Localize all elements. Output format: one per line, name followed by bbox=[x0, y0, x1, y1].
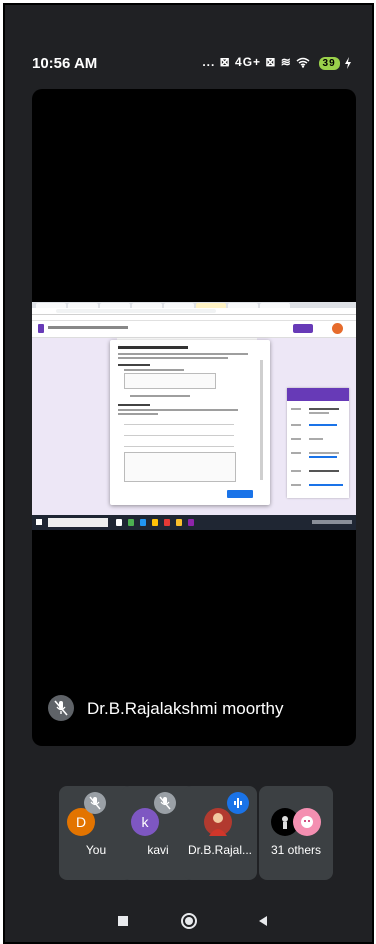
home-button[interactable] bbox=[177, 909, 201, 933]
back-button[interactable] bbox=[251, 909, 275, 933]
back-triangle-icon bbox=[259, 916, 267, 926]
participant-label: Dr.B.Rajal... bbox=[187, 843, 253, 857]
mic-off-icon bbox=[84, 792, 106, 814]
status-icons-text: ... ⊠ 4G+ ⊠ ≋ bbox=[202, 55, 292, 69]
participant-tile-others[interactable]: 31 others bbox=[259, 786, 333, 880]
status-time: 10:56 AM bbox=[32, 55, 98, 72]
mic-off-icon bbox=[48, 695, 74, 721]
forms-side-panel bbox=[287, 388, 349, 498]
android-nav-bar bbox=[5, 901, 372, 941]
forms-account-avatar bbox=[332, 323, 343, 334]
home-circle-icon bbox=[181, 913, 197, 929]
charging-icon bbox=[345, 56, 351, 69]
wifi-icon bbox=[296, 58, 310, 69]
taskbar-search-box bbox=[48, 518, 108, 527]
status-icons: ... ⊠ 4G+ ⊠ ≋ 39 bbox=[202, 55, 352, 70]
participant-label: 31 others bbox=[270, 843, 322, 857]
dialog-save-button bbox=[227, 490, 253, 498]
avatar bbox=[204, 808, 232, 836]
quiz-options-dialog bbox=[110, 340, 270, 505]
mic-off-icon bbox=[154, 792, 176, 814]
browser-address-bar bbox=[32, 308, 356, 315]
square-icon bbox=[118, 916, 128, 926]
shared-screen-presentation[interactable] bbox=[32, 302, 356, 530]
windows-taskbar bbox=[32, 515, 356, 530]
participant-tile-presenter[interactable]: Dr.B.Rajal... bbox=[183, 786, 257, 880]
battery-icon: 39 bbox=[318, 57, 340, 70]
avatar: k bbox=[131, 808, 159, 836]
presenter-name: Dr.B.Rajalakshmi moorthy bbox=[87, 699, 284, 718]
presenter-label-row: Dr.B.Rajalakshmi moorthy bbox=[32, 691, 356, 731]
taskbar-system-tray bbox=[312, 520, 352, 524]
speaking-indicator-icon bbox=[227, 792, 249, 814]
avatar bbox=[293, 808, 321, 836]
windows-start-icon bbox=[36, 519, 42, 525]
recents-button[interactable] bbox=[111, 909, 135, 933]
status-bar: 10:56 AM ... ⊠ 4G+ ⊠ ≋ 39 bbox=[5, 45, 372, 79]
forms-header bbox=[32, 321, 356, 338]
main-video-tile[interactable]: Dr.B.Rajalakshmi moorthy bbox=[32, 89, 356, 746]
meet-app-frame: 10:56 AM ... ⊠ 4G+ ⊠ ≋ 39 Dr.B.Rajalaksh… bbox=[3, 3, 374, 944]
forms-logo-icon bbox=[38, 324, 44, 333]
forms-send-button bbox=[293, 324, 313, 333]
